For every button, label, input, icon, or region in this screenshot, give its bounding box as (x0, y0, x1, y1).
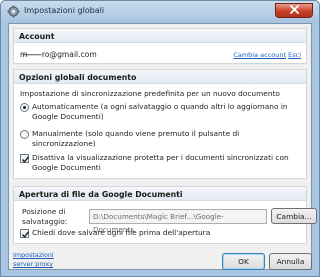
settings-window: Impostazioni globali Account m̶ ̶ ̶ ̶ ̶ … (0, 0, 320, 277)
ok-button[interactable]: OK (222, 253, 265, 270)
account-email: m̶ ̶ ̶ ̶ ̶ ̶ ̶ro@gmail.com (20, 50, 97, 59)
section-title: Apertura di file da Google Documenti (19, 190, 183, 199)
section-title: Account (19, 32, 55, 41)
logout-link[interactable]: Esci (288, 51, 301, 59)
protected-view-checkbox[interactable] (20, 154, 30, 163)
section-header: Account (14, 29, 306, 43)
save-position-label: Posizione di salvataggio: (22, 207, 68, 226)
save-path-field[interactable]: D:\Documents\Magic Brief...\Google-Docum… (89, 209, 267, 234)
gear-icon (7, 5, 20, 18)
radio-auto-label[interactable]: Automaticamente (a ogni salvataggio o qu… (32, 102, 300, 122)
proxy-settings-link[interactable]: Impostazioni server proxy (13, 251, 73, 269)
radio-auto-sync[interactable] (20, 103, 29, 112)
close-button[interactable] (275, 3, 313, 18)
ask-location-label[interactable]: Chiedi dove salvare ogni file prima dell… (32, 228, 300, 238)
section-header: Apertura di file da Google Documenti (14, 187, 306, 201)
protected-view-label[interactable]: Disattiva la visualizzazione protetta pe… (32, 153, 300, 173)
check-icon (21, 156, 30, 163)
open-files-section: Apertura di file da Google Documenti Pos… (13, 186, 317, 244)
check-icon (21, 231, 30, 238)
window-title: Impostazioni globali (24, 6, 105, 15)
section-title: Opzioni globali documento (19, 73, 137, 82)
document-options-section: Opzioni globali documento Impostazione d… (13, 69, 307, 179)
change-account-link[interactable]: Cambia account (233, 51, 286, 59)
account-links: Cambia account Esci (233, 51, 301, 59)
close-icon (289, 5, 299, 16)
radio-manual-sync[interactable] (20, 130, 29, 139)
section-header: Opzioni globali documento (14, 70, 306, 84)
account-section: Account m̶ ̶ ̶ ̶ ̶ ̶ ̶ro@gmail.com Cambi… (13, 28, 307, 64)
cancel-button[interactable]: Annulla (269, 253, 312, 270)
title-bar[interactable]: Impostazioni globali (1, 1, 319, 23)
sync-setting-label: Impostazione di sincronizzazione predefi… (20, 89, 280, 98)
radio-manual-label[interactable]: Manualmente (solo quando viene premuto i… (32, 129, 300, 149)
ask-location-checkbox[interactable] (20, 229, 30, 238)
dialog-body: Account m̶ ̶ ̶ ̶ ̶ ̶ ̶ro@gmail.com Cambi… (8, 23, 317, 270)
change-path-button[interactable]: Cambia... (271, 208, 317, 224)
